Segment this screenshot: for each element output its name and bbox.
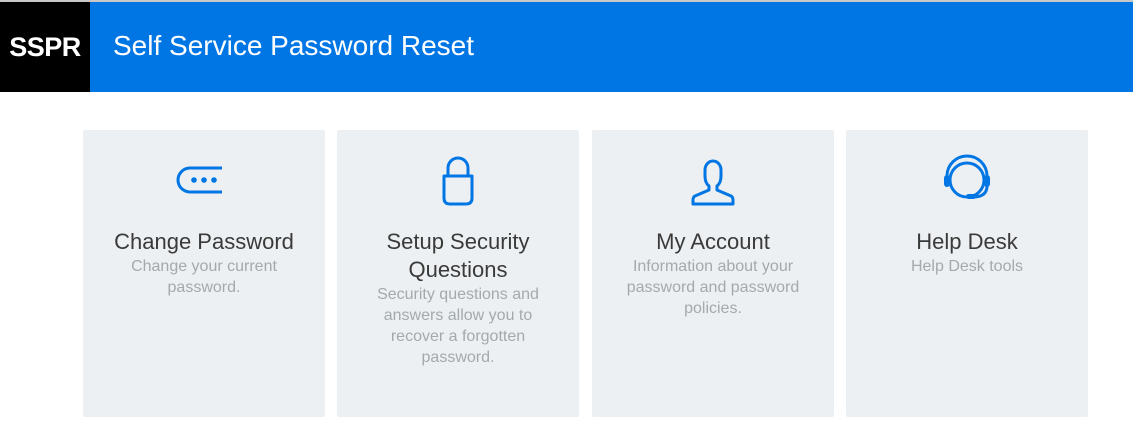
app-header: SSPR Self Service Password Reset	[0, 2, 1133, 92]
sspr-logo[interactable]: SSPR	[0, 2, 90, 92]
headset-icon	[846, 148, 1088, 212]
tile-description: Change your current password.	[131, 258, 277, 296]
tile-description: Help Desk tools	[910, 258, 1024, 275]
tile-title: My Account Information about your passwo…	[602, 228, 824, 319]
tile-help-desk[interactable]: Help Desk Help Desk tools	[846, 130, 1088, 417]
lock-icon	[337, 148, 579, 212]
user-icon	[592, 148, 834, 212]
tile-change-password[interactable]: Change Password Change your current pass…	[83, 130, 325, 417]
app-title: Self Service Password Reset	[113, 30, 475, 61]
tile-setup-security-questions[interactable]: Setup Security Questions Security questi…	[337, 130, 579, 417]
tile-title: Help Desk Help Desk tools	[856, 228, 1078, 277]
tile-title: Setup Security Questions Security questi…	[347, 228, 569, 368]
tile-my-account[interactable]: My Account Information about your passwo…	[592, 130, 834, 417]
tile-title-text: Change Password	[114, 229, 294, 254]
tile-title-text: My Account	[656, 229, 770, 254]
tile-title-text: Setup Security Questions	[386, 229, 530, 282]
tile-title-text: Help Desk	[916, 229, 1018, 254]
tile-title: Change Password Change your current pass…	[93, 228, 315, 298]
password-dots-icon	[83, 148, 325, 212]
tile-description: Security questions and answers allow you…	[377, 286, 539, 366]
tile-description: Information about your password and pass…	[626, 258, 800, 317]
